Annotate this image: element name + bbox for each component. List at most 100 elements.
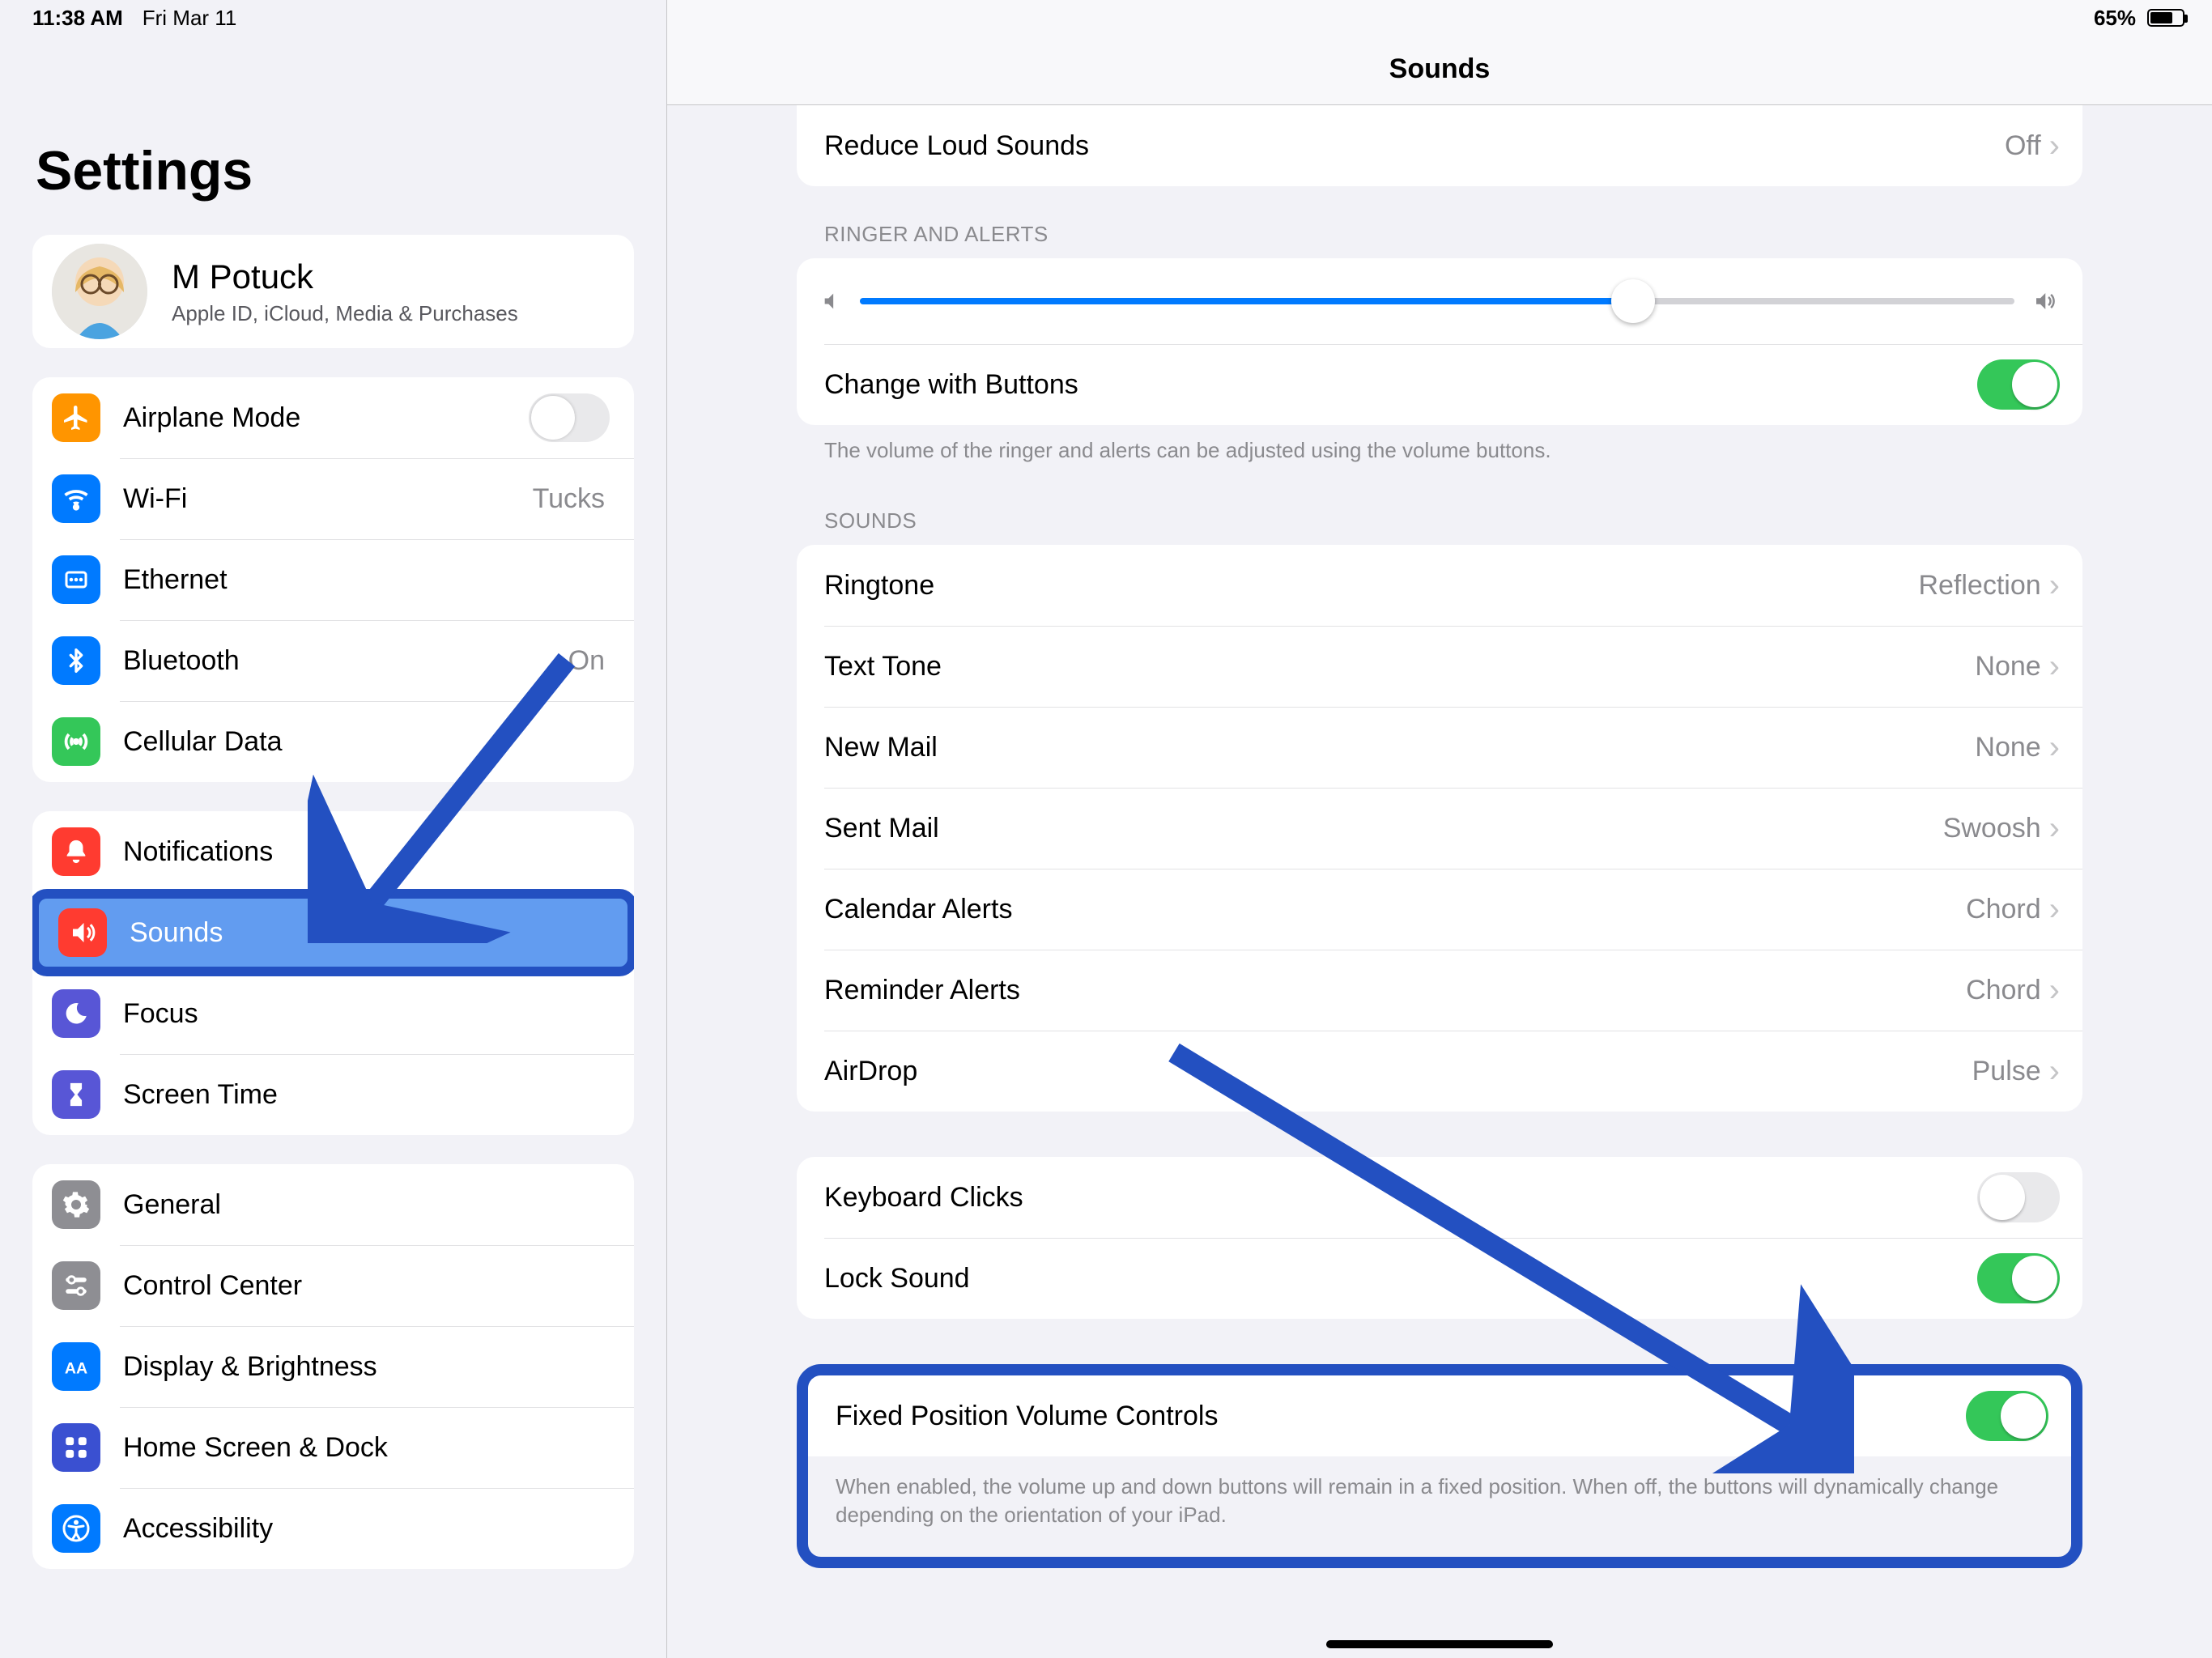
sound-label: New Mail <box>824 732 1975 763</box>
main-panel: Sounds Reduce Loud Sounds Off › RINGER A… <box>667 0 2212 1658</box>
row-keyboard-clicks[interactable]: Keyboard Clicks <box>797 1157 2082 1238</box>
airplane-toggle[interactable] <box>529 393 610 442</box>
fixed-position-label: Fixed Position Volume Controls <box>836 1401 1966 1432</box>
row-reduce-loud[interactable]: Reduce Loud Sounds Off › <box>797 105 2082 186</box>
ethernet-icon <box>52 555 100 604</box>
sound-value: Reflection <box>1918 570 2040 602</box>
keyboard-clicks-toggle[interactable] <box>1977 1172 2060 1222</box>
volume-low-icon <box>821 290 844 312</box>
row-change-with-buttons[interactable]: Change with Buttons <box>797 344 2082 425</box>
main-scroll[interactable]: Reduce Loud Sounds Off › RINGER AND ALER… <box>667 105 2212 1658</box>
ringer-volume-slider[interactable] <box>860 298 2014 304</box>
wifi-icon <box>52 474 100 523</box>
screen-time-icon <box>52 1070 100 1119</box>
sidebar-item-airplane[interactable]: Airplane Mode <box>32 377 634 458</box>
sound-value: Chord <box>1966 975 2041 1006</box>
chevron-right-icon: › <box>2049 891 2060 928</box>
sidebar-item-display[interactable]: AA Display & Brightness <box>32 1326 634 1407</box>
battery-icon <box>2147 9 2184 27</box>
chevron-right-icon: › <box>2049 1053 2060 1090</box>
sidebar-title: Settings <box>0 49 666 219</box>
row-sound-calendar-alerts[interactable]: Calendar AlertsChord› <box>797 869 2082 950</box>
focus-icon <box>52 989 100 1038</box>
ethernet-label: Ethernet <box>123 564 610 596</box>
ringer-volume-slider-row <box>797 258 2082 344</box>
general-icon <box>52 1180 100 1229</box>
bluetooth-icon <box>52 636 100 685</box>
svg-text:AA: AA <box>65 1359 87 1377</box>
sidebar-item-profile[interactable]: M Potuck Apple ID, iCloud, Media & Purch… <box>32 235 634 348</box>
battery-percent: 65% <box>2094 6 2136 31</box>
row-sound-airdrop[interactable]: AirDropPulse › <box>797 1031 2082 1112</box>
control-center-label: Control Center <box>123 1270 610 1302</box>
general-label: General <box>123 1189 610 1221</box>
display-icon: AA <box>52 1342 100 1391</box>
sidebar-item-focus[interactable]: Focus <box>32 973 634 1054</box>
sidebar-item-ethernet[interactable]: Ethernet <box>32 539 634 620</box>
notifications-icon <box>52 827 100 876</box>
airplane-icon <box>52 393 100 442</box>
sounds-icon <box>58 908 107 957</box>
row-sound-reminder-alerts[interactable]: Reminder AlertsChord › <box>797 950 2082 1031</box>
screen-time-label: Screen Time <box>123 1079 610 1111</box>
ringer-section-header: RINGER AND ALERTS <box>797 186 2082 258</box>
accessibility-label: Accessibility <box>123 1513 610 1545</box>
sound-label: AirDrop <box>824 1056 1972 1087</box>
sidebar-item-wifi[interactable]: Wi-Fi Tucks <box>32 458 634 539</box>
sound-value: Swoosh <box>1943 813 2041 844</box>
sound-label: Text Tone <box>824 651 1975 682</box>
row-fixed-position-volume[interactable]: Fixed Position Volume Controls <box>808 1375 2071 1456</box>
airplane-label: Airplane Mode <box>123 402 529 434</box>
chevron-right-icon: › <box>2049 648 2060 685</box>
reduce-loud-label: Reduce Loud Sounds <box>824 130 2005 162</box>
sidebar-item-general[interactable]: General <box>32 1164 634 1245</box>
display-label: Display & Brightness <box>123 1351 610 1383</box>
chevron-right-icon: › <box>2049 972 2060 1009</box>
bluetooth-label: Bluetooth <box>123 645 568 677</box>
sidebar-item-sounds[interactable]: Sounds <box>32 889 634 976</box>
sounds-section-header: SOUNDS <box>797 473 2082 545</box>
sidebar-item-screen-time[interactable]: Screen Time <box>32 1054 634 1135</box>
home-screen-label: Home Screen & Dock <box>123 1432 610 1464</box>
sound-label: Ringtone <box>824 570 1918 602</box>
home-indicator <box>1326 1640 1553 1648</box>
sidebar-item-bluetooth[interactable]: Bluetooth On <box>32 620 634 701</box>
sidebar-item-cellular[interactable]: Cellular Data <box>32 701 634 782</box>
row-sound-text-tone[interactable]: Text ToneNone› <box>797 626 2082 707</box>
profile-sub: Apple ID, iCloud, Media & Purchases <box>172 301 518 326</box>
fixed-position-footer: When enabled, the volume up and down but… <box>808 1456 2071 1557</box>
sound-value: Chord <box>1966 894 2041 925</box>
change-buttons-label: Change with Buttons <box>824 369 1977 401</box>
control-center-icon <box>52 1261 100 1310</box>
sound-label: Reminder Alerts <box>824 975 1966 1006</box>
row-sound-new-mail[interactable]: New MailNone › <box>797 707 2082 788</box>
chevron-right-icon: › <box>2049 568 2060 604</box>
status-date: Fri Mar 11 <box>143 6 237 31</box>
change-buttons-toggle[interactable] <box>1977 359 2060 410</box>
profile-name: M Potuck <box>172 257 518 296</box>
sounds-label: Sounds <box>130 917 603 949</box>
lock-sound-toggle[interactable] <box>1977 1253 2060 1303</box>
keyboard-clicks-label: Keyboard Clicks <box>824 1182 1977 1214</box>
sidebar-item-notifications[interactable]: Notifications <box>32 811 634 892</box>
cellular-label: Cellular Data <box>123 726 610 758</box>
sound-label: Sent Mail <box>824 813 1943 844</box>
sound-value: None <box>1975 732 2040 763</box>
bluetooth-value: On <box>568 645 605 677</box>
cellular-icon <box>52 717 100 766</box>
fixed-position-toggle[interactable] <box>1966 1391 2048 1441</box>
row-sound-ringtone[interactable]: RingtoneReflection › <box>797 545 2082 626</box>
accessibility-icon <box>52 1504 100 1553</box>
settings-sidebar: Settings M Potuck Apple ID, <box>0 0 667 1658</box>
wifi-label: Wi-Fi <box>123 483 533 515</box>
chevron-right-icon: › <box>2049 729 2060 766</box>
reduce-loud-value: Off <box>2005 130 2041 162</box>
sound-value: Pulse <box>1972 1056 2041 1087</box>
sidebar-item-home-screen[interactable]: Home Screen & Dock <box>32 1407 634 1488</box>
sidebar-item-accessibility[interactable]: Accessibility <box>32 1488 634 1569</box>
status-time: 11:38 AM <box>32 6 123 31</box>
sidebar-item-control-center[interactable]: Control Center <box>32 1245 634 1326</box>
row-lock-sound[interactable]: Lock Sound <box>797 1238 2082 1319</box>
sounds-list: RingtoneReflection›Text ToneNone›New Mai… <box>797 545 2082 1112</box>
row-sound-sent-mail[interactable]: Sent MailSwoosh› <box>797 788 2082 869</box>
